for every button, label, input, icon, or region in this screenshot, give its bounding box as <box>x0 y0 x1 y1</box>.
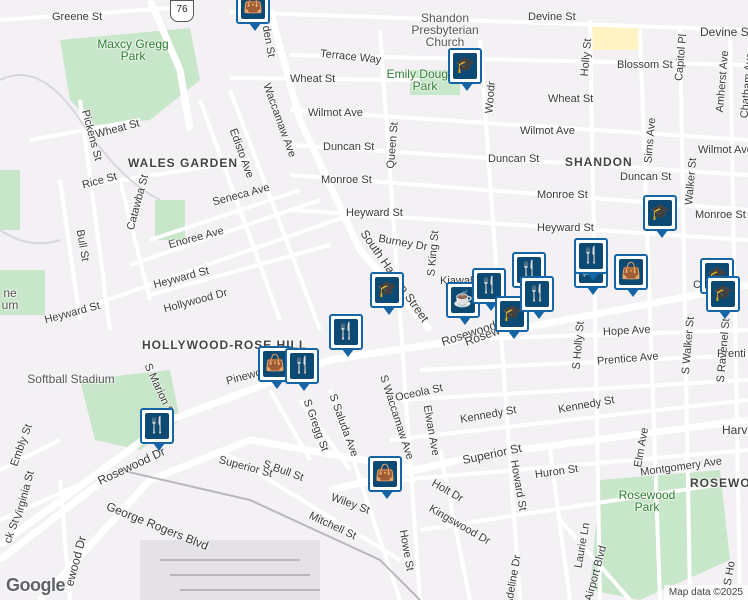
park-area <box>0 170 20 230</box>
street-label: Monroe St <box>321 174 372 186</box>
street-label: Devine St <box>528 11 576 23</box>
map-canvas[interactable]: 76 WALES GARDEN SHANDON HOLLYWOOD-ROSE H… <box>0 0 748 600</box>
museum-label: ne um <box>1 286 19 312</box>
shopping-bag-icon: 👜 <box>619 259 643 285</box>
map-marker[interactable]: 🍴 <box>140 408 174 451</box>
street-label: Wheat St <box>548 93 594 105</box>
street-label: Wilmot Ave <box>698 144 748 156</box>
street-label: Devine St <box>700 25 748 39</box>
church-label: Shandon Presbyterian Church <box>411 11 479 49</box>
shopping-bag-icon: 👜 <box>241 0 265 19</box>
map-marker[interactable]: 👜 <box>614 254 648 297</box>
park-label: Maxcy Gregg Park <box>97 37 169 63</box>
map-marker[interactable]: 🍴 <box>574 238 608 281</box>
map-data-attribution[interactable]: Map data ©2025 <box>663 585 748 600</box>
street-label: Heyward St <box>537 222 594 234</box>
street-label: Duncan St <box>620 171 672 183</box>
street-label: Duncan St <box>323 141 375 153</box>
map-marker[interactable]: 🎓 <box>448 48 482 91</box>
shopping-bag-icon: 👜 <box>263 351 287 377</box>
district-label: SHANDON <box>565 155 633 169</box>
school-icon: 🎓 <box>648 200 672 226</box>
map-marker[interactable]: 🎓 <box>706 276 740 319</box>
park-label: Rosewood Park <box>618 488 676 514</box>
restaurant-icon: 🍴 <box>334 319 358 345</box>
stadium-label: Softball Stadium <box>27 372 115 386</box>
google-logo: Google <box>6 575 66 595</box>
map-marker[interactable]: 👜 <box>368 456 402 499</box>
street-label: Monroe St <box>695 209 746 221</box>
map-marker[interactable]: 🍴 <box>285 348 319 391</box>
school-icon: 🎓 <box>453 53 477 79</box>
map-marker[interactable]: 🎓 <box>643 195 677 238</box>
street-label: Wheat St <box>290 73 336 85</box>
street-label: Blossom St <box>617 59 673 71</box>
restaurant-icon: 🍴 <box>525 281 549 307</box>
street-label: Heyward St <box>346 207 403 219</box>
school-icon: 🎓 <box>375 277 399 303</box>
street-label: Greene St <box>52 11 103 23</box>
school-icon: 🎓 <box>711 281 735 307</box>
park-area <box>590 25 640 50</box>
restaurant-icon: 🍴 <box>145 413 169 439</box>
map-marker[interactable]: 🍴 <box>329 314 363 357</box>
district-label: WALES GARDEN <box>128 156 239 170</box>
route-76-shield: 76 <box>170 0 194 22</box>
restaurant-icon: 🍴 <box>579 243 603 269</box>
district-label: ROSEWO <box>690 476 748 490</box>
street-label: Harv <box>722 423 748 437</box>
street-label: Duncan St <box>488 153 540 165</box>
restaurant-icon: 🍴 <box>290 353 314 379</box>
map-marker[interactable]: 👜 <box>236 0 270 31</box>
street-label: Monroe St <box>537 189 588 201</box>
street-label: Wilmot Ave <box>308 107 363 119</box>
map-marker[interactable]: 🍴 <box>520 276 554 319</box>
street-label: Wilmot Ave <box>520 125 575 137</box>
shopping-bag-icon: 👜 <box>373 461 397 487</box>
map-marker[interactable]: 🎓 <box>370 272 404 315</box>
